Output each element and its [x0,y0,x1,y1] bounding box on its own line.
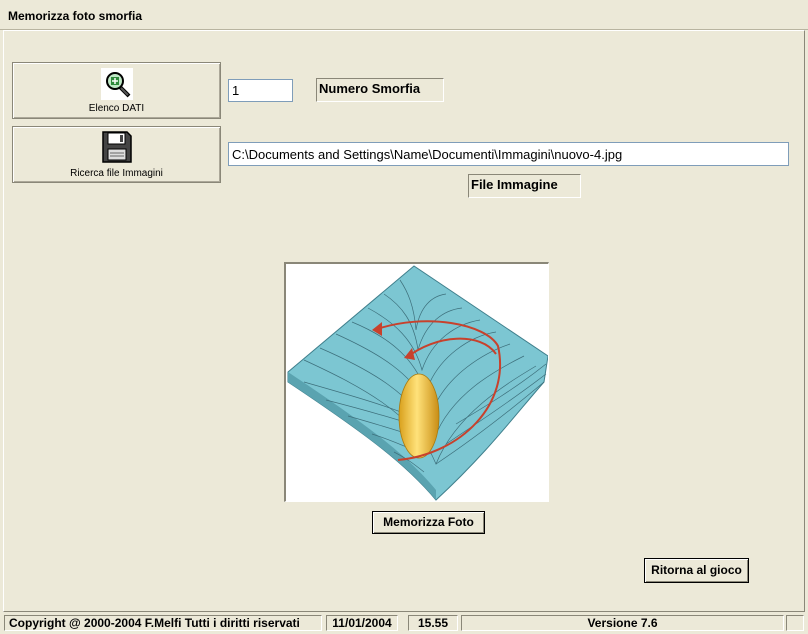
ricerca-file-immagini-button[interactable]: Ricerca file Immagini [12,126,221,183]
memorizza-foto-button[interactable]: Memorizza Foto [372,511,485,534]
magnifier-icon [100,68,133,103]
window-title: Memorizza foto smorfia [8,9,143,23]
file-immagine-label: File Immagine [468,174,581,198]
title-bar[interactable]: Memorizza foto smorfia [0,0,808,30]
numero-smorfia-input[interactable] [228,79,293,102]
elenco-dati-button[interactable]: Elenco DATI [12,62,221,119]
ritorna-al-gioco-button[interactable]: Ritorna al gioco [644,558,749,583]
image-preview [284,262,549,502]
numero-smorfia-label: Numero Smorfia [316,78,444,102]
ricerca-file-immagini-label: Ricerca file Immagini [70,168,163,179]
file-path-input[interactable] [228,142,789,166]
status-time: 15.55 [408,615,458,631]
status-date: 11/01/2004 [326,615,398,631]
gravity-well-illustration [287,265,549,501]
elenco-dati-label: Elenco DATI [88,103,145,114]
status-version: Versione 7.6 [461,615,784,631]
status-copyright: Copyright @ 2000-2004 F.Melfi Tutti i di… [4,615,322,631]
floppy-disk-icon [101,130,133,167]
status-resize-panel [786,615,804,631]
status-bar: Copyright @ 2000-2004 F.Melfi Tutti i di… [0,612,808,634]
